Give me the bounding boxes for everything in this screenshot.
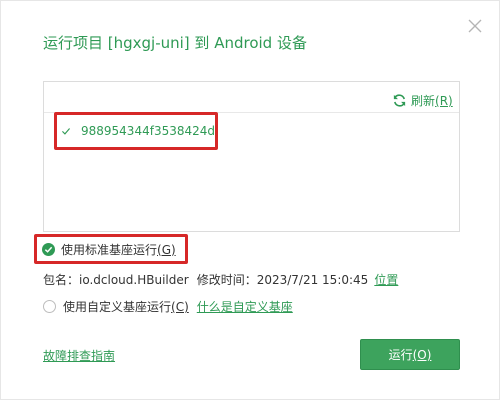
close-icon[interactable]: [464, 15, 486, 37]
location-link[interactable]: 位置: [374, 273, 398, 287]
package-name-value: io.dcloud.HBuilder: [79, 273, 189, 287]
refresh-icon: [393, 94, 406, 107]
run-hotkey: (O): [412, 347, 432, 362]
troubleshoot-guide-link[interactable]: 故障排查指南: [43, 347, 115, 364]
device-id: 988954344f3538424d: [81, 124, 215, 138]
radio-checked-icon[interactable]: [42, 242, 55, 256]
refresh-label: 刷新: [411, 94, 436, 108]
standard-base-label: 使用标准基座运行: [61, 242, 158, 257]
device-item[interactable]: 988954344f3538424d: [54, 112, 218, 150]
check-icon: [62, 128, 71, 135]
modified-time-label: 修改时间：: [196, 273, 257, 287]
custom-base-option[interactable]: 使用自定义基座运行(C) 什么是自定义基座: [43, 298, 293, 315]
package-info: 包名：io.dcloud.HBuilder 修改时间：2023/7/21 15:0…: [43, 271, 398, 288]
custom-base-label: 使用自定义基座运行: [63, 300, 172, 314]
package-name-label: 包名：: [43, 273, 80, 287]
standard-base-hotkey: (G): [157, 242, 176, 257]
refresh-hotkey: (R): [435, 94, 453, 108]
custom-base-hotkey: (C): [171, 300, 189, 314]
standard-base-option[interactable]: 使用标准基座运行(G): [34, 234, 188, 264]
custom-base-help-link[interactable]: 什么是自定义基座: [197, 298, 293, 315]
run-label: 运行: [388, 348, 413, 362]
dialog-title: 运行项目 [hgxgj-uni] 到 Android 设备: [43, 34, 307, 52]
run-to-android-dialog: 运行项目 [hgxgj-uni] 到 Android 设备 刷新(R) 9889…: [0, 0, 500, 400]
run-button[interactable]: 运行 (O): [360, 339, 460, 370]
modified-time-value: 2023/7/21 15:0:45: [256, 273, 369, 287]
radio-unchecked-icon[interactable]: [43, 300, 56, 313]
device-list-panel: 刷新(R) 988954344f3538424d: [43, 81, 460, 232]
refresh-button[interactable]: 刷新(R): [392, 92, 453, 109]
